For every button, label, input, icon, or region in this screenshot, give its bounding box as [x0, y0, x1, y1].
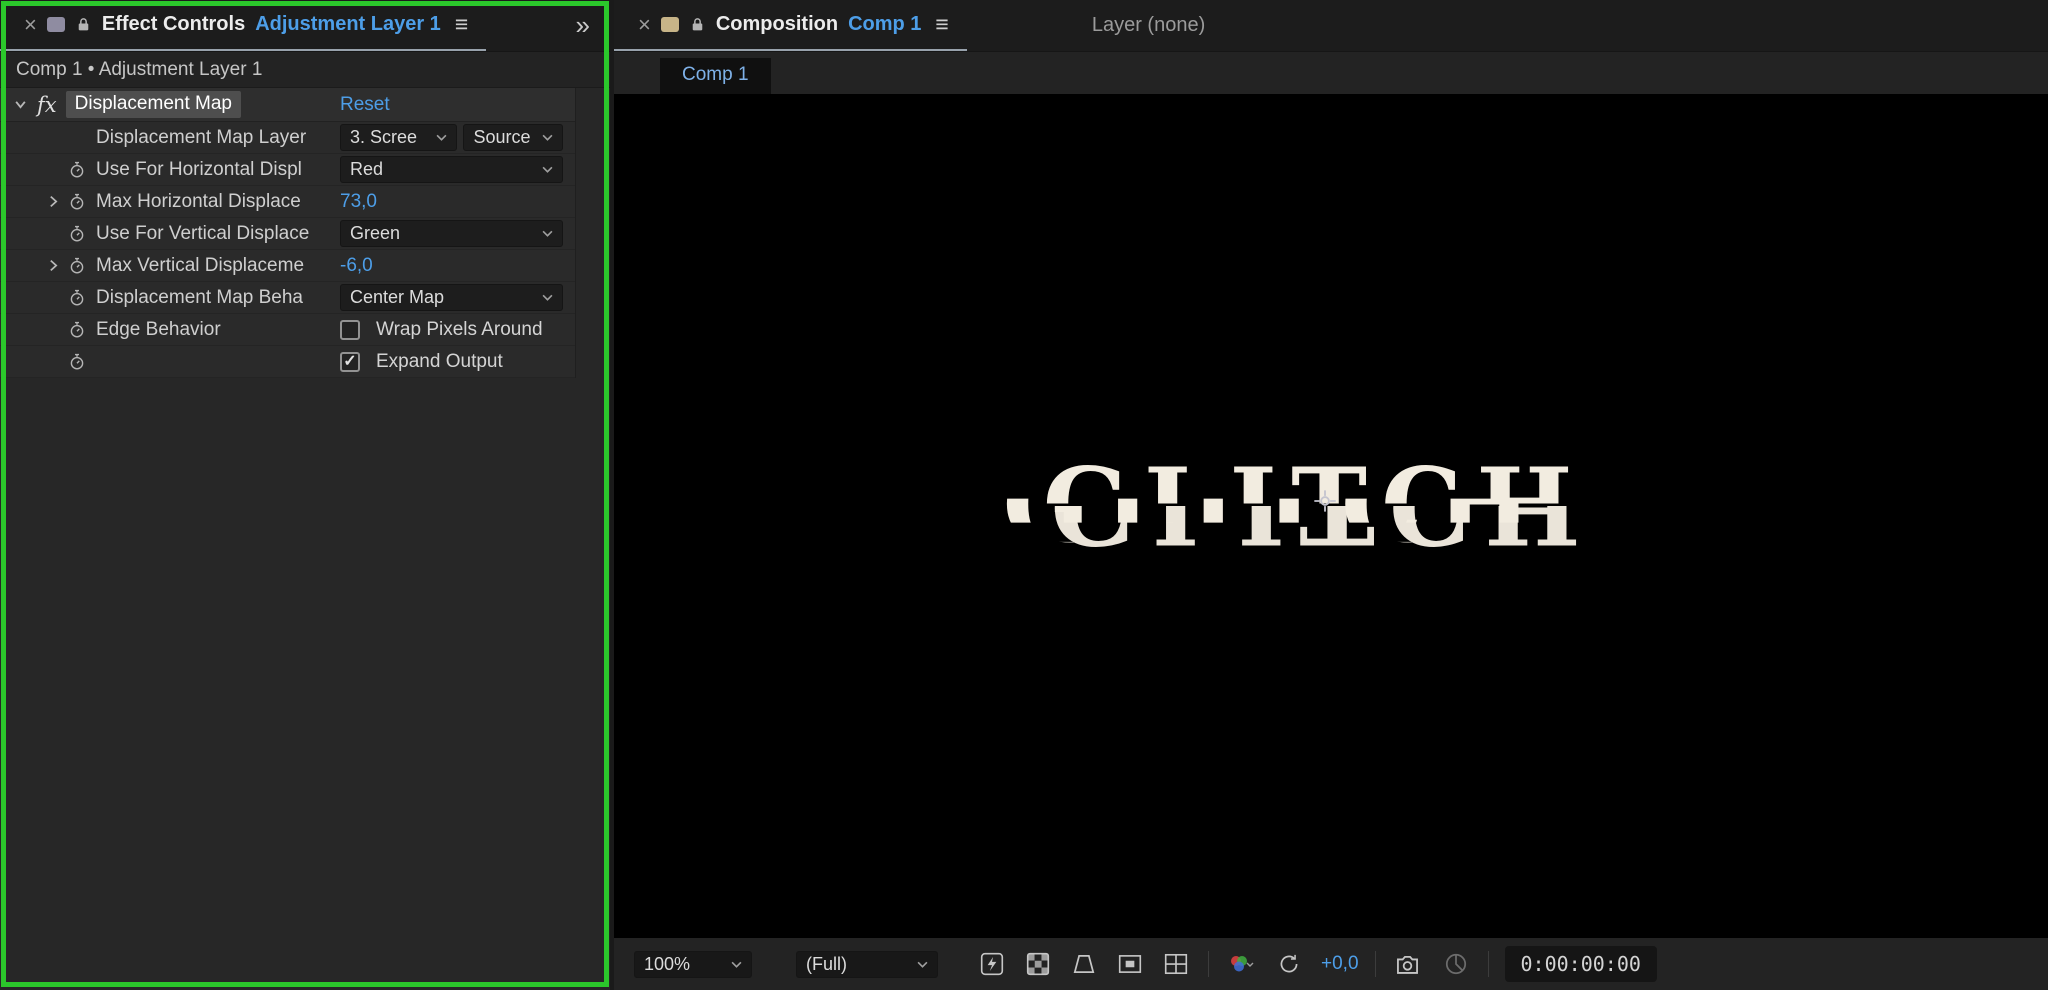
- property-label: Use For Vertical Displace: [96, 223, 309, 245]
- breadcrumb: Comp 1 • Adjustment Layer 1: [0, 52, 610, 88]
- region-of-interest-icon[interactable]: [1114, 948, 1146, 980]
- chevron-down-icon: [731, 961, 742, 968]
- property-row-horizontal-channel: Use For Horizontal Displ Red: [0, 154, 575, 186]
- tab-layer-none[interactable]: Layer (none): [1092, 14, 1205, 37]
- reset-button[interactable]: Reset: [340, 94, 390, 116]
- resolution-dropdown[interactable]: (Full): [796, 951, 938, 978]
- viewer-option-icons: [976, 948, 1192, 980]
- viewer-tab-strip: Comp 1: [614, 52, 2048, 94]
- effect-controls-panel: × Effect Controls Adjustment Layer 1 ≡ »…: [0, 0, 610, 990]
- property-row-vertical-channel: Use For Vertical Displace Green: [0, 218, 575, 250]
- stopwatch-icon[interactable]: [64, 193, 90, 211]
- tab-effect-controls[interactable]: × Effect Controls Adjustment Layer 1 ≡: [0, 0, 486, 51]
- chevron-down-icon: [917, 961, 928, 968]
- snapshot-camera-icon[interactable]: [1392, 948, 1424, 980]
- property-row-max-horizontal: Max Horizontal Displace 73,0: [0, 186, 575, 218]
- chevron-right-icon[interactable]: [42, 259, 64, 272]
- zoom-dropdown[interactable]: 100%: [634, 951, 752, 978]
- composition-panel: × Composition Comp 1 ≡ Layer (none) Comp…: [614, 0, 2048, 990]
- chevron-down-icon: [542, 230, 553, 237]
- panel-menu-icon[interactable]: ≡: [935, 13, 948, 36]
- dropdown-layer-source[interactable]: Source: [463, 124, 563, 151]
- fast-preview-icon[interactable]: [976, 948, 1008, 980]
- property-row-edge-behavior: Edge Behavior Wrap Pixels Around: [0, 314, 575, 346]
- chevron-down-icon: [542, 134, 553, 141]
- lock-icon[interactable]: [689, 16, 706, 33]
- panel-target-layer[interactable]: Adjustment Layer 1: [255, 13, 441, 36]
- property-label: Use For Horizontal Displ: [96, 159, 302, 181]
- tab-composition[interactable]: × Composition Comp 1 ≡: [614, 0, 967, 51]
- reset-exposure-icon[interactable]: [1273, 948, 1305, 980]
- property-label: Displacement Map Beha: [96, 287, 303, 309]
- property-label: Edge Behavior: [96, 319, 221, 341]
- effect-name[interactable]: Displacement Map: [66, 91, 241, 118]
- stopwatch-icon[interactable]: [64, 289, 90, 307]
- dropdown-vertical-channel[interactable]: Green: [340, 220, 563, 247]
- chevron-down-icon: [436, 134, 447, 141]
- effect-controls-tabbar: × Effect Controls Adjustment Layer 1 ≡ »: [0, 0, 610, 52]
- stopwatch-icon[interactable]: [64, 161, 90, 179]
- panel-grabber-icon[interactable]: [47, 17, 65, 32]
- chevron-down-icon: [542, 294, 553, 301]
- property-row-expand-output: Expand Output: [0, 346, 575, 378]
- effect-header-row: fx Displacement Map Reset: [0, 88, 575, 122]
- property-label: Max Vertical Displaceme: [96, 255, 304, 277]
- dropdown-horizontal-channel[interactable]: Red: [340, 156, 563, 183]
- viewer-tab-comp1[interactable]: Comp 1: [660, 58, 771, 94]
- dropdown-map-behavior[interactable]: Center Map: [340, 284, 563, 311]
- stopwatch-icon[interactable]: [64, 353, 90, 371]
- chevron-right-icon[interactable]: [42, 195, 64, 208]
- exposure-value[interactable]: +0,0: [1321, 953, 1359, 975]
- resolution-value: (Full): [806, 954, 847, 975]
- scrub-value[interactable]: 73,0: [340, 191, 377, 213]
- property-row-displacement-map-layer: Displacement Map Layer 3. Scree Source: [0, 122, 575, 154]
- checkbox-wrap-pixels[interactable]: [340, 320, 360, 340]
- checkbox-expand-output[interactable]: [340, 352, 360, 372]
- panel-menu-icon[interactable]: ≡: [455, 13, 468, 36]
- timecode-display[interactable]: 0:00:00:00: [1505, 946, 1657, 982]
- fx-icon[interactable]: fx: [37, 93, 57, 117]
- panel-title: Effect Controls: [102, 13, 245, 36]
- property-label: Displacement Map Layer: [96, 127, 306, 149]
- panel-grabber-icon[interactable]: [661, 17, 679, 32]
- effect-properties: fx Displacement Map Reset Displacement M…: [0, 88, 576, 378]
- panel-title: Composition: [716, 13, 838, 36]
- transparency-grid-icon[interactable]: [1022, 948, 1054, 980]
- dropdown-value: Green: [350, 223, 400, 244]
- dropdown-displacement-layer[interactable]: 3. Scree: [340, 124, 457, 151]
- stopwatch-icon[interactable]: [64, 225, 90, 243]
- property-label: Max Horizontal Displace: [96, 191, 301, 213]
- grid-and-guides-icon[interactable]: [1160, 948, 1192, 980]
- dropdown-value: Source: [473, 127, 530, 148]
- stopwatch-icon[interactable]: [64, 257, 90, 275]
- toolbar-divider: [1375, 951, 1376, 977]
- close-icon[interactable]: ×: [24, 14, 37, 36]
- zoom-value: 100%: [644, 954, 690, 975]
- chevron-down-icon: [542, 166, 553, 173]
- scrub-value[interactable]: -6,0: [340, 255, 373, 277]
- checkbox-label: Wrap Pixels Around: [376, 319, 543, 341]
- composition-toolbar: 100% (Full): [614, 938, 2048, 990]
- show-snapshot-icon[interactable]: [1440, 948, 1472, 980]
- toolbar-divider: [1208, 951, 1209, 977]
- property-row-map-behavior: Displacement Map Beha Center Map: [0, 282, 575, 314]
- checkbox-label: Expand Output: [376, 351, 503, 373]
- glitch-title-text: GLITCH GLITCH GLITCH GLITCH: [997, 446, 1617, 566]
- panel-target-comp[interactable]: Comp 1: [848, 13, 921, 36]
- panel-collapse-icon[interactable]: »: [556, 10, 610, 41]
- mask-visibility-icon[interactable]: [1068, 948, 1100, 980]
- dropdown-value: Center Map: [350, 287, 444, 308]
- chevron-down-icon[interactable]: [14, 98, 27, 111]
- anchor-point-icon[interactable]: [1312, 488, 1338, 514]
- lock-icon[interactable]: [75, 16, 92, 33]
- channels-icon[interactable]: [1225, 948, 1257, 980]
- close-icon[interactable]: ×: [638, 14, 651, 36]
- composition-tabbar: × Composition Comp 1 ≡ Layer (none): [614, 0, 2048, 52]
- stopwatch-icon[interactable]: [64, 321, 90, 339]
- dropdown-value: Red: [350, 159, 383, 180]
- toolbar-divider: [1488, 951, 1489, 977]
- property-row-max-vertical: Max Vertical Displaceme -6,0: [0, 250, 575, 282]
- composition-viewport[interactable]: GLITCH GLITCH GLITCH GLITCH: [614, 94, 2048, 938]
- dropdown-value: 3. Scree: [350, 127, 417, 148]
